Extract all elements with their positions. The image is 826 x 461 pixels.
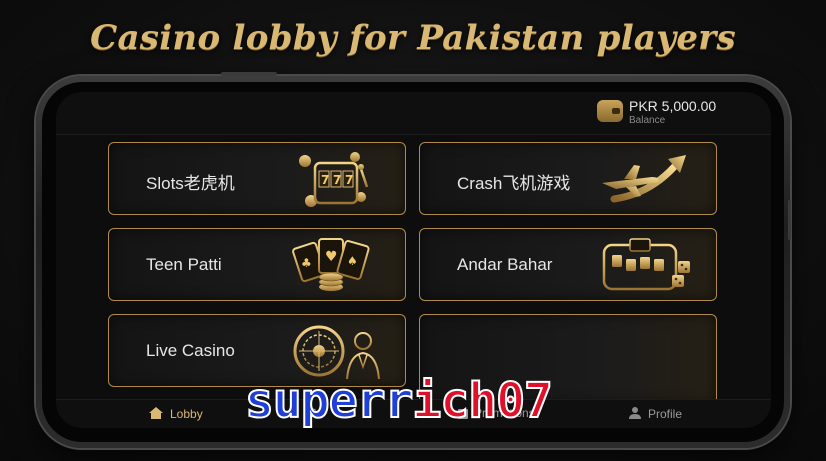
top-bar: PKR 5,000.00 Balance — [56, 92, 771, 135]
nav-profile-label: Profile — [648, 407, 683, 421]
balance-label: Balance — [629, 115, 666, 126]
wallet-icon[interactable] — [597, 100, 623, 122]
nav-profile[interactable]: Profile — [628, 406, 682, 421]
tile-label: Crash飞机游戏 — [457, 174, 571, 193]
svg-text:7: 7 — [345, 173, 353, 187]
svg-text:♥: ♥ — [325, 249, 338, 265]
svg-text:♣: ♣ — [301, 256, 312, 270]
watermark: superrich07 — [244, 376, 554, 426]
nav-lobby-label: Lobby — [170, 407, 203, 421]
svg-text:♠: ♠ — [347, 254, 358, 268]
tile-andar-bahar[interactable]: Andar Bahar — [419, 228, 717, 301]
tile-crash[interactable]: Crash飞机游戏 — [419, 142, 717, 215]
svg-text:7: 7 — [333, 173, 341, 187]
home-icon — [149, 407, 163, 419]
tile-label: Teen Patti — [146, 255, 222, 274]
page-headline: Casino lobby for Pakistan players — [90, 18, 736, 58]
phone-top-button — [221, 72, 277, 76]
tile-label: Andar Bahar — [457, 255, 553, 274]
roulette-dealer-icon — [293, 325, 380, 380]
tile-label: Live Casino — [146, 341, 235, 360]
airplane-icon — [602, 155, 686, 203]
slot-machine-icon: 7 7 7 — [299, 152, 369, 207]
svg-text:7: 7 — [321, 173, 329, 187]
nav-lobby[interactable]: Lobby — [148, 406, 203, 421]
playing-cards-icon: ♥ ♣ ♠ — [292, 238, 370, 291]
balance-amount: PKR 5,000.00 — [629, 98, 717, 114]
tile-slots[interactable]: Slots老虎机 7 7 7 — [108, 142, 406, 215]
tile-teen-patti[interactable]: Teen Patti ♥ ♣ ♠ — [108, 228, 406, 301]
user-icon — [629, 407, 641, 419]
tile-label: Slots老虎机 — [146, 174, 235, 193]
watermark-part1: superr — [244, 373, 414, 429]
card-table-icon — [602, 238, 690, 291]
watermark-part2: ich07 — [411, 373, 553, 429]
phone-power-button — [788, 200, 791, 240]
